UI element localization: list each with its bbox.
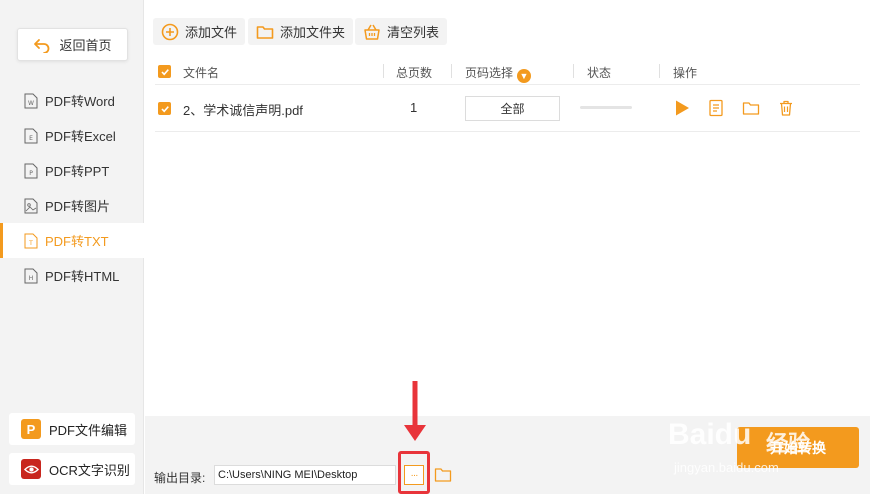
clear-list-button[interactable]: 清空列表 (355, 18, 448, 45)
basket-icon (364, 24, 380, 40)
col-pages: 总页数 (396, 66, 433, 80)
col-filename: 文件名 (183, 66, 220, 80)
html-file-icon: H (24, 268, 38, 283)
start-convert-button[interactable]: 开始转换 (737, 427, 859, 468)
red-arrow-annotation (404, 381, 426, 441)
col-page-select[interactable]: 页码选择 ▼ (465, 64, 532, 83)
sidebar-item-label: PDF转PPT (45, 164, 110, 179)
sidebar-item-pdf-to-ppt[interactable]: P PDF转PPT (0, 153, 144, 188)
status-progress-bar (580, 106, 632, 109)
chevron-down-icon[interactable]: ▼ (517, 69, 532, 83)
highlight-annotation-box (398, 451, 430, 494)
output-dir-field[interactable]: C:\Users\NING MEI\Desktop (214, 465, 396, 485)
select-all-checkbox[interactable] (158, 65, 171, 78)
clear-list-label: 清空列表 (387, 25, 440, 40)
excel-file-icon: E (24, 128, 38, 143)
sidebar-nav: W PDF转Word E PDF转Excel P PDF转PPT PDF转图片 … (0, 83, 144, 293)
folder-icon[interactable] (742, 99, 760, 117)
ocr-label: OCR文字识别 (49, 462, 130, 478)
sidebar: 返回首页 W PDF转Word E PDF转Excel P PDF转PPT PD… (0, 0, 144, 494)
column-divider (659, 64, 660, 78)
check-icon (160, 105, 169, 112)
output-dir-label: 输出目录: (154, 471, 206, 485)
main-panel: 添加文件 添加文件夹 清空列表 文件名 总页数 页码选择 ▼ 状态 操作 2、学… (145, 0, 870, 494)
back-arrow-icon (34, 38, 50, 53)
add-folder-button[interactable]: 添加文件夹 (248, 18, 354, 45)
svg-text:H: H (29, 275, 34, 282)
row-filename: 2、学术诚信声明.pdf (183, 103, 303, 118)
ocr-button[interactable]: OCR文字识别 (9, 453, 135, 485)
table-header: 文件名 总页数 页码选择 ▼ 状态 操作 (155, 58, 860, 85)
svg-text:W: W (28, 100, 34, 107)
eye-icon (21, 459, 41, 479)
svg-text:T: T (28, 240, 33, 247)
svg-text:E: E (29, 135, 33, 142)
column-divider (573, 64, 574, 78)
back-home-label: 返回首页 (59, 38, 112, 53)
sidebar-item-pdf-to-image[interactable]: PDF转图片 (0, 188, 144, 223)
page-select-value: 全部 (500, 102, 525, 116)
folder-icon (256, 25, 274, 39)
row-checkbox[interactable] (158, 102, 171, 115)
table-row: 2、学术诚信声明.pdf 1 全部 (155, 86, 860, 132)
image-file-icon (24, 198, 38, 213)
play-icon[interactable] (673, 99, 691, 117)
plus-circle-icon (161, 23, 179, 40)
sidebar-item-label: PDF转Word (45, 94, 115, 109)
row-pages: 1 (410, 100, 418, 115)
check-icon (160, 68, 169, 75)
document-icon[interactable] (707, 99, 725, 117)
footer-bar: 输出目录: C:\Users\NING MEI\Desktop ··· 开始转换 (145, 381, 870, 494)
word-file-icon: W (24, 93, 38, 108)
open-folder-icon[interactable] (434, 466, 452, 483)
svg-text:P: P (29, 170, 33, 177)
add-folder-label: 添加文件夹 (280, 25, 346, 40)
col-actions: 操作 (673, 66, 698, 80)
sidebar-item-pdf-to-txt[interactable]: T PDF转TXT (0, 223, 144, 258)
trash-icon[interactable] (777, 99, 795, 117)
add-file-button[interactable]: 添加文件 (153, 18, 246, 45)
sidebar-item-label: PDF转HTML (45, 269, 120, 284)
page-select-input[interactable]: 全部 (465, 96, 560, 121)
txt-file-icon: T (24, 233, 38, 248)
sidebar-item-label: PDF转TXT (45, 234, 109, 249)
sidebar-item-label: PDF转Excel (45, 129, 116, 144)
pdf-edit-button[interactable]: P PDF文件编辑 (9, 413, 135, 445)
column-divider (451, 64, 452, 78)
sidebar-item-label: PDF转图片 (45, 199, 111, 214)
add-file-label: 添加文件 (185, 25, 238, 40)
col-page-select-label: 页码选择 (465, 66, 514, 80)
back-home-button[interactable]: 返回首页 (17, 28, 128, 61)
ppt-file-icon: P (24, 163, 38, 178)
sidebar-item-pdf-to-word[interactable]: W PDF转Word (0, 83, 144, 118)
sidebar-item-pdf-to-html[interactable]: H PDF转HTML (0, 258, 144, 293)
col-status: 状态 (587, 66, 612, 80)
sidebar-item-pdf-to-excel[interactable]: E PDF转Excel (0, 118, 144, 153)
column-divider (383, 64, 384, 78)
pdf-edit-icon: P (21, 419, 41, 439)
pdf-edit-label: PDF文件编辑 (49, 422, 128, 438)
